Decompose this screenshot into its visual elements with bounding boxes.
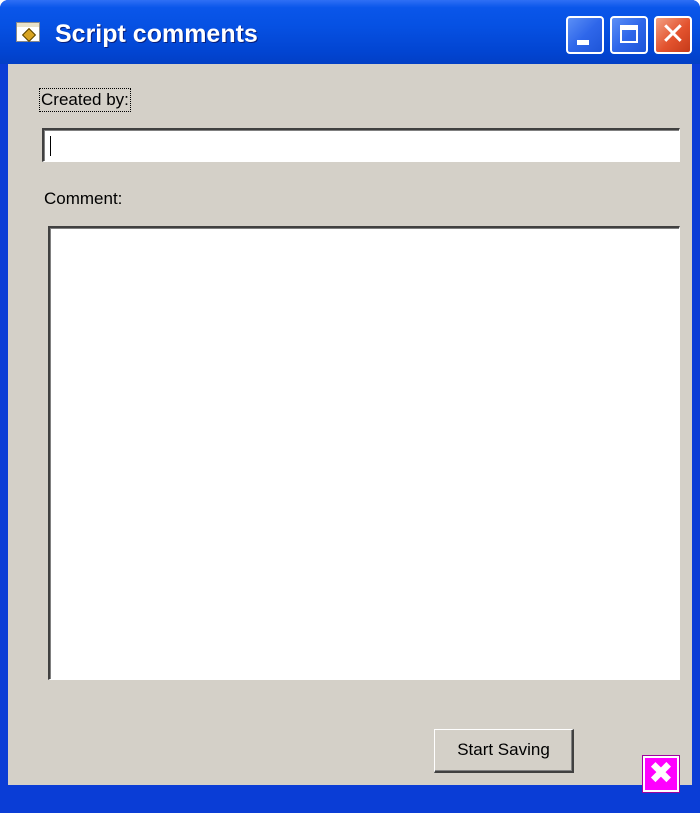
created-by-label: Created by: xyxy=(39,88,131,112)
x-glyph: ✖ xyxy=(648,756,674,791)
script-comments-window: Script comments ✕ Created by: Comment: S… xyxy=(0,0,700,813)
app-icon-diamond xyxy=(21,27,37,43)
close-icon: ✕ xyxy=(660,17,686,52)
close-button[interactable]: ✕ xyxy=(654,16,692,54)
window-title: Script comments xyxy=(55,20,258,48)
maximize-icon xyxy=(620,25,638,43)
comment-textarea[interactable] xyxy=(48,226,680,680)
title-bar[interactable]: Script comments ✕ xyxy=(0,0,700,64)
minimize-button[interactable] xyxy=(566,16,604,54)
comment-label: Comment: xyxy=(44,189,123,208)
magenta-x-icon[interactable]: ✖ xyxy=(642,755,680,793)
maximize-button[interactable] xyxy=(610,16,648,54)
minimize-icon xyxy=(577,40,589,45)
start-saving-button[interactable]: Start Saving xyxy=(434,729,574,773)
created-by-input[interactable] xyxy=(42,128,680,162)
dialog-client-area: Created by: Comment: Start Saving xyxy=(8,64,692,785)
app-icon[interactable] xyxy=(16,22,40,43)
text-caret xyxy=(50,136,51,156)
